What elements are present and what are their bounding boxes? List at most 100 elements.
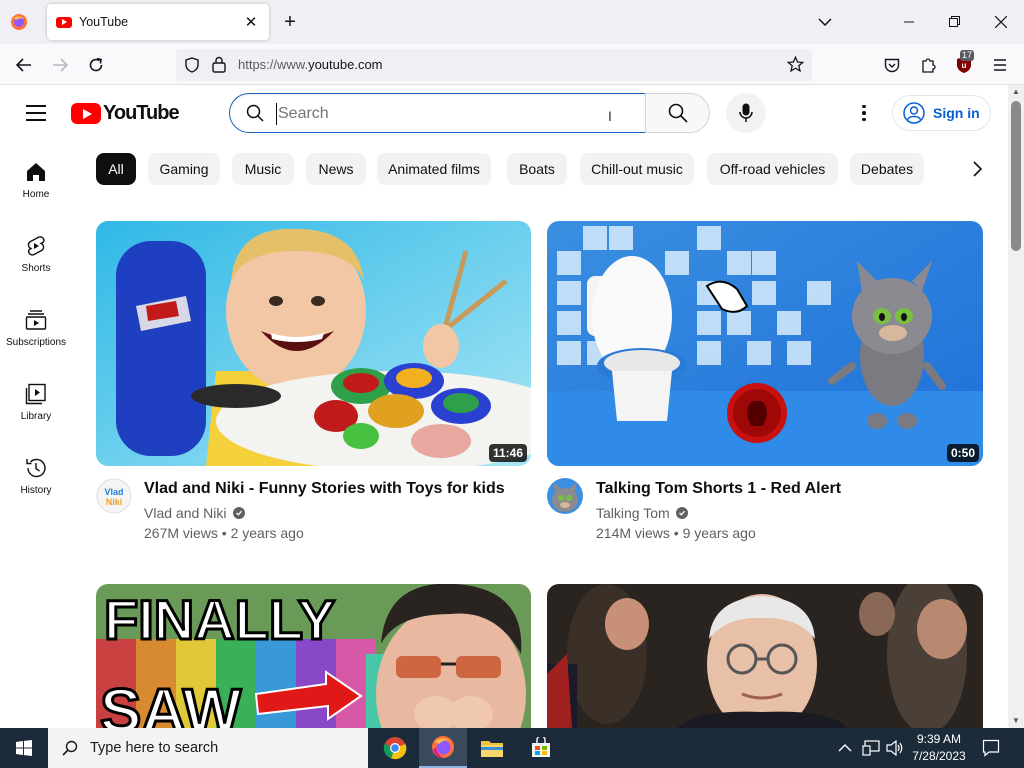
close-window-icon[interactable] [978,6,1024,38]
search-box[interactable]: I [229,93,646,133]
chip-debates[interactable]: Debates [850,153,924,185]
youtube-masthead: YouTube I Sign in [0,85,1008,141]
sidebar-label: History [20,485,52,496]
sidebar-item-subscriptions[interactable]: Subscriptions [4,289,68,363]
firefox-app-icon[interactable] [419,728,467,768]
subscriptions-icon [25,310,47,330]
bookmark-star-icon[interactable] [786,55,805,78]
close-tab-icon[interactable]: ✕ [239,10,263,34]
scroll-down-icon[interactable]: ▼ [1011,716,1021,726]
network-icon[interactable] [862,728,880,768]
youtube-logo-text: YouTube [103,102,180,124]
back-icon[interactable] [10,51,38,79]
sidebar-label: Library [20,411,52,422]
firefox-view-icon[interactable] [8,11,30,33]
minimize-icon[interactable] [886,6,932,38]
chip-news[interactable]: News [306,153,366,185]
taskbar-clock[interactable]: 9:39 AM 7/28/2023 [900,731,978,765]
new-tab-icon[interactable]: + [278,10,302,34]
tracking-shield-icon[interactable] [184,57,200,78]
account-circle-icon [903,102,925,124]
browser-nav-bar: https://www.youtube.com u 17 [0,44,1024,85]
channel-name[interactable]: Vlad and Niki [144,505,227,521]
home-icon [27,163,45,181]
ublock-count-badge: 17 [960,50,975,61]
filter-chip-bar: All Gaming Music News Animated films Boa… [96,153,996,185]
file-explorer-app-icon[interactable] [468,728,516,768]
video-title[interactable]: Vlad and Niki - Funny Stories with Toys … [144,480,505,498]
chrome-app-icon[interactable] [371,728,419,768]
chip-boats[interactable]: Boats [507,153,567,185]
restore-icon[interactable] [932,6,978,38]
lock-icon[interactable] [212,56,226,78]
settings-more-icon[interactable] [852,101,876,125]
thumbnail-image: FINALLY SAW [96,584,531,728]
svg-text:Niki: Niki [106,497,123,507]
sidebar-item-library[interactable]: Library [4,363,68,437]
windows-start-icon[interactable] [0,728,48,768]
tab-youtube[interactable]: YouTube ✕ [47,4,269,40]
sidebar-item-shorts[interactable]: Shorts [4,215,68,289]
channel-name-row: Talking Tom [596,505,688,521]
sidebar-label: Subscriptions [5,337,67,348]
clock-date: 7/28/2023 [912,749,966,763]
thumbnail-image [96,221,531,466]
video-thumbnail-vlad-and-niki[interactable]: 11:46 [96,221,531,466]
shorts-icon [27,236,45,256]
app-menu-icon[interactable] [986,51,1014,79]
taskbar-search-box[interactable]: Type here to search [48,728,368,768]
chevron-right-icon[interactable] [965,157,989,181]
clock-time: 9:39 AM [916,732,962,746]
sign-in-button[interactable]: Sign in [892,95,991,131]
channel-name-row: Vlad and Niki [144,505,245,521]
youtube-favicon-icon [56,16,72,28]
page-scrollbar[interactable]: ▲ ▼ [1008,85,1024,728]
chip-off-road-vehicles[interactable]: Off-road vehicles [707,153,838,185]
extensions-icon[interactable] [914,51,942,79]
browser-tab-strip: YouTube ✕ + [0,0,1024,44]
taskbar-search-placeholder: Type here to search [90,740,219,756]
thumbnail-text-saw: SAW [100,677,242,728]
channel-name[interactable]: Talking Tom [596,505,670,521]
scroll-up-icon[interactable]: ▲ [1011,87,1021,97]
windows-taskbar: Type here to search 9:39 AM 7/28/2023 [0,728,1024,768]
notifications-icon[interactable] [982,728,1000,768]
sidebar-label: Home [22,189,50,200]
video-thumbnail-finally-saw[interactable]: FINALLY SAW [96,584,531,728]
guide-menu-icon[interactable] [24,101,48,125]
search-icon [246,104,264,127]
chip-music[interactable]: Music [232,153,294,185]
channel-avatar[interactable] [547,478,583,514]
chip-chill-out-music[interactable]: Chill-out music [580,153,694,185]
microsoft-store-app-icon[interactable] [517,728,565,768]
thumbnail-text-finally: FINALLY [104,588,335,651]
chip-animated-films[interactable]: Animated films [377,153,491,185]
voice-search-button[interactable] [726,93,766,133]
sidebar-item-history[interactable]: History [4,437,68,511]
list-all-tabs-icon[interactable] [813,12,837,32]
chip-gaming[interactable]: Gaming [148,153,220,185]
channel-avatar[interactable]: Vlad Niki [96,478,132,514]
video-thumbnail-talking-tom[interactable]: 0:50 [547,221,983,466]
search-button[interactable] [645,93,710,133]
video-thumbnail-news[interactable] [547,584,983,728]
sidebar-item-home[interactable]: Home [4,141,68,215]
url-text[interactable]: https://www.youtube.com [238,57,383,72]
youtube-logo[interactable]: YouTube [71,102,180,125]
svg-text:u: u [962,61,967,70]
youtube-play-logo-icon [71,103,101,124]
address-bar[interactable]: https://www.youtube.com [176,49,812,81]
search-input[interactable] [276,103,596,125]
forward-icon[interactable] [46,51,74,79]
mouse-ibeam-cursor-icon: I [608,108,612,124]
reload-icon[interactable] [82,51,110,79]
verified-check-icon [675,507,688,519]
pocket-icon[interactable] [878,51,906,79]
chip-all[interactable]: All [96,153,136,185]
video-duration: 11:46 [488,444,527,462]
microphone-icon [739,103,753,122]
show-hidden-icons-icon[interactable] [838,728,852,768]
video-duration: 0:50 [946,444,979,462]
video-title[interactable]: Talking Tom Shorts 1 - Red Alert [596,480,841,498]
scrollbar-thumb[interactable] [1011,101,1021,251]
